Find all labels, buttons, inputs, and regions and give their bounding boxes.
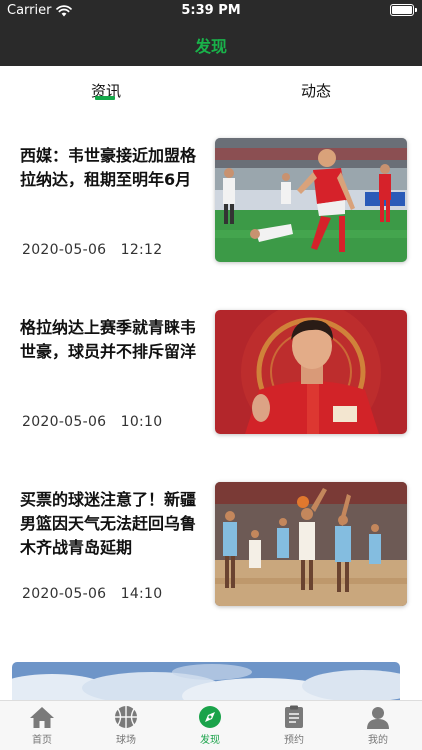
- news-title: 格拉纳达上赛季就青睐韦世豪，球员并不排斥留洋: [20, 318, 197, 361]
- news-date: 2020-05-06 10:10: [22, 414, 163, 430]
- person-icon: [367, 707, 389, 729]
- tab-feed[interactable]: 动态: [301, 80, 331, 101]
- news-title: 买票的球迷注意了！新疆男篮因天气无法赶回乌鲁木齐战青岛延期: [20, 490, 197, 557]
- soccer-photo: [215, 138, 407, 262]
- news-thumbnail: [215, 310, 407, 434]
- bottom-tab-bar: 首页 球场 发现 预约 我的: [0, 700, 422, 750]
- player-portrait-photo: [215, 310, 407, 434]
- news-item[interactable]: 西媒：韦世豪接近加盟格拉纳达，租期至明年6月 2020-05-06 12:12: [0, 138, 422, 268]
- tab-booking[interactable]: 预约: [264, 705, 324, 746]
- tab-profile[interactable]: 我的: [348, 705, 408, 746]
- page-title: 发现: [194, 37, 227, 56]
- clipboard-icon: [285, 705, 303, 728]
- news-thumbnail: [215, 482, 407, 606]
- battery-icon: [390, 4, 417, 16]
- basketball-photo: [215, 482, 407, 606]
- tab-home[interactable]: 首页: [12, 705, 72, 746]
- tab-profile-label: 我的: [368, 735, 388, 746]
- news-date: 2020-05-06 14:10: [22, 586, 163, 602]
- tab-discover-label: 发现: [200, 735, 220, 746]
- segment-tabs: 资讯 动态: [0, 66, 422, 116]
- ball-icon: [115, 706, 137, 728]
- home-icon: [30, 707, 54, 728]
- tab-home-label: 首页: [32, 735, 52, 746]
- compass-icon: [199, 706, 221, 728]
- tab-court[interactable]: 球场: [96, 705, 156, 746]
- active-tab-indicator: [95, 96, 115, 100]
- tab-booking-label: 预约: [284, 735, 304, 746]
- news-title: 西媒：韦世豪接近加盟格拉纳达，租期至明年6月: [20, 146, 197, 189]
- news-item[interactable]: 格拉纳达上赛季就青睐韦世豪，球员并不排斥留洋 2020-05-06 10:10: [0, 310, 422, 440]
- tab-court-label: 球场: [116, 735, 136, 746]
- news-date: 2020-05-06 12:12: [22, 242, 163, 258]
- top-bar: Carrier 5:39 PM 发现: [0, 0, 422, 66]
- news-thumbnail: [215, 138, 407, 262]
- tab-discover[interactable]: 发现: [180, 705, 240, 746]
- status-bar: Carrier 5:39 PM: [0, 0, 422, 22]
- status-time: 5:39 PM: [181, 3, 241, 18]
- news-item[interactable]: 买票的球迷注意了！新疆男篮因天气无法赶回乌鲁木齐战青岛延期 2020-05-06…: [0, 482, 422, 612]
